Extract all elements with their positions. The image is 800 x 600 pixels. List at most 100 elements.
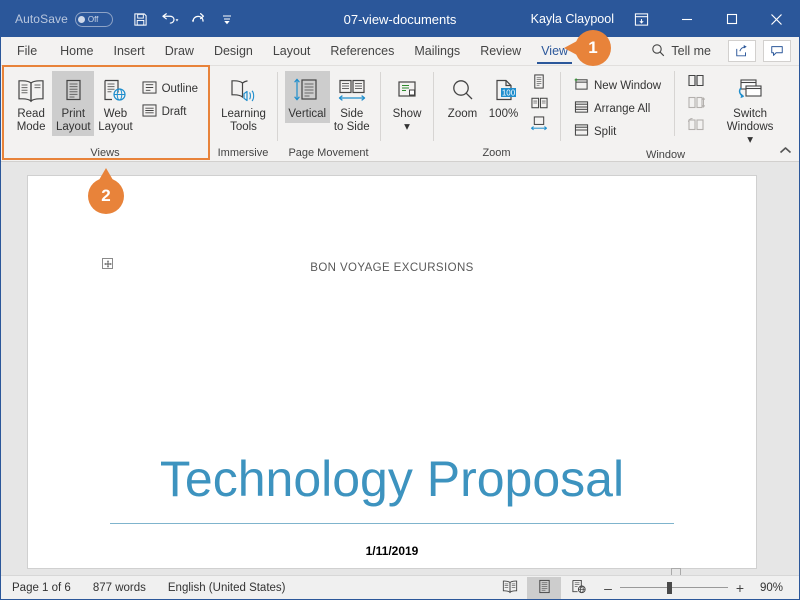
- callout-1: 1: [564, 30, 611, 66]
- tab-insert[interactable]: Insert: [104, 37, 155, 65]
- page-width-button[interactable]: [528, 116, 550, 135]
- user-account-name[interactable]: Kayla Claypool: [531, 12, 614, 26]
- arrange-all-button[interactable]: Arrange All: [569, 97, 666, 120]
- document-header-text[interactable]: BON VOYAGE EXCURSIONS: [28, 262, 756, 274]
- web-layout-label-1: Web: [103, 108, 128, 120]
- one-page-icon: [532, 74, 546, 94]
- tell-me-label: Tell me: [671, 44, 711, 58]
- read-mode-view-button[interactable]: [493, 577, 527, 599]
- reset-window-position-button: [685, 118, 707, 136]
- group-label-show: [380, 145, 433, 161]
- multiple-pages-icon: [530, 96, 548, 115]
- customize-quick-access-toolbar-icon[interactable]: [213, 5, 242, 33]
- comments-icon[interactable]: [763, 40, 791, 62]
- tab-layout[interactable]: Layout: [263, 37, 321, 65]
- tab-design[interactable]: Design: [204, 37, 263, 65]
- read-mode-button[interactable]: Read Mode: [10, 71, 52, 136]
- new-window-label: New Window: [594, 79, 662, 92]
- new-window-icon: [574, 77, 589, 94]
- one-page-button[interactable]: [528, 74, 550, 94]
- web-layout-button[interactable]: Web Layout: [94, 71, 136, 136]
- vertical-page-movement-button[interactable]: Vertical: [285, 71, 330, 123]
- learning-tools-label-1: Learning: [221, 108, 266, 120]
- page-indicator[interactable]: Page 1 of 6: [1, 582, 82, 594]
- synchronous-scrolling-icon: [687, 95, 706, 115]
- draft-view-button[interactable]: Draft: [137, 100, 203, 123]
- tab-file[interactable]: File: [1, 37, 50, 65]
- web-layout-view-button[interactable]: [561, 577, 595, 599]
- callout-2: 2: [88, 168, 124, 214]
- zoom-out-button[interactable]: –: [603, 580, 613, 596]
- group-label-window: Window: [645, 149, 686, 161]
- side-to-side-button[interactable]: Side to Side: [330, 71, 375, 136]
- ribbon-display-options-icon[interactable]: [626, 4, 656, 34]
- learning-tools-button[interactable]: Learning Tools: [217, 71, 271, 136]
- tell-me-search[interactable]: Tell me: [641, 43, 721, 60]
- web-layout-view-icon: [570, 579, 587, 597]
- tab-review[interactable]: Review: [470, 37, 531, 65]
- print-layout-icon: [58, 74, 88, 108]
- print-layout-view-button[interactable]: [527, 576, 561, 599]
- content-control-placeholder[interactable]: [671, 568, 681, 575]
- split-button[interactable]: Split: [569, 120, 666, 143]
- web-layout-icon: [99, 74, 131, 108]
- ribbon-group-window: New Window Arrange All Split Switch Wind…: [560, 66, 799, 161]
- title-bar-right: Kayla Claypool: [531, 1, 799, 37]
- maximize-restore-button[interactable]: [709, 1, 754, 37]
- close-button[interactable]: [754, 1, 799, 37]
- outline-view-button[interactable]: Outline: [137, 77, 203, 100]
- zoom-level-label[interactable]: 90%: [760, 582, 790, 594]
- learning-tools-label-2: Tools: [230, 121, 257, 133]
- redo-icon[interactable]: [184, 5, 213, 33]
- zoom-in-button[interactable]: +: [735, 580, 745, 596]
- outline-view-label: Outline: [161, 82, 198, 95]
- document-canvas[interactable]: BON VOYAGE EXCURSIONS Technology Proposa…: [1, 162, 799, 575]
- tab-draw[interactable]: Draw: [155, 37, 204, 65]
- vertical-scrollbar[interactable]: [785, 162, 799, 575]
- print-layout-button[interactable]: Print Layout: [52, 71, 95, 136]
- document-title-heading[interactable]: Technology Proposal: [28, 452, 756, 506]
- zoom-slider[interactable]: [620, 581, 728, 594]
- draft-view-icon: [142, 103, 157, 120]
- multiple-pages-button[interactable]: [528, 96, 550, 114]
- zoom-dialog-button[interactable]: Zoom: [442, 71, 483, 123]
- synchronous-scrolling-button: [685, 96, 707, 114]
- ribbon-group-show: Show ▾: [380, 66, 433, 161]
- zoom-slider-thumb[interactable]: [667, 581, 672, 594]
- search-icon: [651, 43, 665, 60]
- language-indicator[interactable]: English (United States): [157, 582, 297, 594]
- tab-home[interactable]: Home: [50, 37, 103, 65]
- ribbon-group-immersive: Learning Tools Immersive: [209, 66, 277, 161]
- share-icon[interactable]: [728, 40, 756, 62]
- zoom-100-label: 100%: [488, 108, 519, 120]
- zoom-100-percent-button[interactable]: 100 100%: [483, 71, 524, 123]
- read-mode-label-2: Mode: [16, 121, 46, 133]
- split-label: Split: [594, 125, 617, 138]
- vertical-page-movement-icon: [291, 74, 323, 108]
- minimize-button[interactable]: [664, 1, 709, 37]
- tab-references[interactable]: References: [320, 37, 404, 65]
- collapse-ribbon-icon[interactable]: [775, 141, 795, 159]
- arrange-all-label: Arrange All: [594, 102, 651, 115]
- document-date[interactable]: 1/11/2019: [28, 544, 756, 558]
- switch-windows-button[interactable]: Switch Windows ▾: [723, 71, 777, 149]
- zoom-icon: [448, 74, 478, 108]
- save-icon[interactable]: [126, 5, 155, 33]
- title-bar: AutoSave Off 07-view-documents Kayla Cla…: [1, 1, 799, 37]
- show-button[interactable]: Show ▾: [387, 71, 427, 136]
- document-page[interactable]: BON VOYAGE EXCURSIONS Technology Proposa…: [28, 176, 756, 575]
- svg-text:100: 100: [501, 88, 515, 97]
- show-dropdown-caret[interactable]: ▾: [404, 121, 410, 133]
- autosave-label: AutoSave: [15, 12, 68, 26]
- view-side-by-side-button[interactable]: [685, 74, 707, 92]
- print-layout-label-2: Layout: [56, 121, 91, 133]
- tab-mailings[interactable]: Mailings: [404, 37, 470, 65]
- word-count[interactable]: 877 words: [82, 582, 157, 594]
- learning-tools-icon: [228, 74, 260, 108]
- undo-icon[interactable]: [155, 5, 184, 33]
- autosave-toggle[interactable]: Off: [74, 11, 113, 27]
- side-to-side-label-1: Side: [340, 108, 364, 120]
- group-label-page-movement: Page Movement: [288, 147, 369, 159]
- new-window-button[interactable]: New Window: [569, 74, 666, 97]
- word-window: AutoSave Off 07-view-documents Kayla Cla…: [0, 0, 800, 600]
